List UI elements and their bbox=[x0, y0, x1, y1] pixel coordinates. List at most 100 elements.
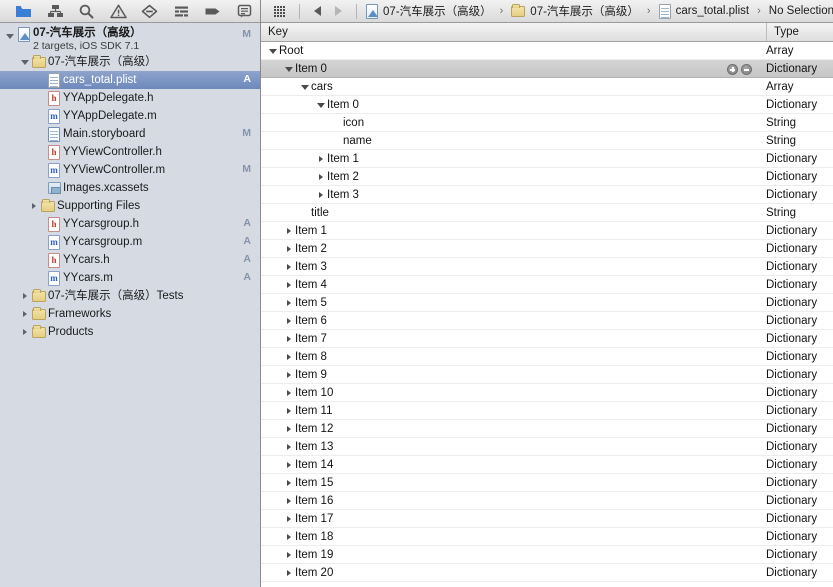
plist-row[interactable]: Item 3Dictionary(2 items) bbox=[261, 186, 833, 204]
disclosure-triangle-icon[interactable] bbox=[283, 312, 295, 330]
plist-key-cell[interactable]: title bbox=[261, 204, 329, 222]
plist-row[interactable]: Item 0Dictionary(2 items) bbox=[261, 60, 833, 78]
file-cars-total-plist[interactable]: cars_total.plistA bbox=[0, 71, 260, 89]
plist-key-cell[interactable]: Item 17 bbox=[261, 510, 333, 528]
disclosure-triangle-icon[interactable] bbox=[19, 323, 30, 341]
breadcrumb-project[interactable]: 07-汽车展示（高级） bbox=[364, 3, 494, 19]
symbol-navigator-tab[interactable] bbox=[40, 0, 72, 22]
disclosure-triangle-icon[interactable] bbox=[283, 402, 295, 420]
disclosure-triangle-icon[interactable] bbox=[283, 564, 295, 582]
plist-type-cell[interactable]: Dictionary bbox=[766, 402, 817, 420]
plist-type-cell[interactable]: Dictionary bbox=[766, 492, 817, 510]
plist-type-cell[interactable]: Dictionary bbox=[766, 510, 817, 528]
plist-key-cell[interactable]: Item 20 bbox=[261, 564, 333, 582]
plist-row[interactable]: Item 9Dictionary(2 items) bbox=[261, 366, 833, 384]
plist-type-cell[interactable]: Dictionary bbox=[766, 312, 817, 330]
disclosure-triangle-icon[interactable] bbox=[283, 366, 295, 384]
plist-row[interactable]: Item 14Dictionary(2 items) bbox=[261, 456, 833, 474]
disclosure-triangle-icon[interactable] bbox=[299, 78, 311, 96]
plist-type-cell[interactable]: Dictionary bbox=[766, 564, 817, 582]
forward-arrow-icon[interactable] bbox=[328, 6, 349, 16]
log-navigator-tab[interactable] bbox=[229, 0, 261, 22]
plist-key-cell[interactable]: Item 16 bbox=[261, 492, 333, 510]
file-yyviewcontroller-h[interactable]: hYYViewController.h bbox=[0, 143, 260, 161]
disclosure-triangle-icon[interactable] bbox=[283, 420, 295, 438]
project-root[interactable]: 07-汽车展示（高级）2 targets, iOS SDK 7.1M bbox=[0, 26, 260, 53]
file-main-storyboard[interactable]: Main.storyboardM bbox=[0, 125, 260, 143]
breakpoint-navigator-tab[interactable] bbox=[197, 0, 229, 22]
plist-row[interactable]: Item 16Dictionary(2 items) bbox=[261, 492, 833, 510]
plist-key-cell[interactable]: Item 18 bbox=[261, 528, 333, 546]
plist-type-cell[interactable]: Dictionary bbox=[766, 168, 817, 186]
plist-type-cell[interactable]: Dictionary bbox=[766, 60, 817, 78]
disclosure-triangle-icon[interactable] bbox=[315, 150, 327, 168]
plist-key-cell[interactable]: Item 13 bbox=[261, 438, 333, 456]
file-yyviewcontroller-m[interactable]: mYYViewController.mM bbox=[0, 161, 260, 179]
find-navigator-tab[interactable] bbox=[71, 0, 103, 22]
plist-row[interactable]: RootArray(21 items) bbox=[261, 42, 833, 60]
breadcrumb-file[interactable]: cars_total.plist bbox=[657, 4, 752, 19]
plist-row[interactable]: Item 11Dictionary(2 items) bbox=[261, 402, 833, 420]
plist-key-cell[interactable]: Item 1 bbox=[261, 150, 359, 168]
plist-row[interactable]: Item 1Dictionary(2 items) bbox=[261, 222, 833, 240]
plist-key-cell[interactable]: Item 7 bbox=[261, 330, 327, 348]
disclosure-triangle-icon[interactable] bbox=[283, 528, 295, 546]
plist-key-cell[interactable]: icon bbox=[261, 114, 364, 132]
plist-key-cell[interactable]: name bbox=[261, 132, 372, 150]
disclosure-triangle-icon[interactable] bbox=[28, 197, 39, 215]
disclosure-triangle-icon[interactable] bbox=[283, 60, 295, 78]
plist-type-cell[interactable]: String bbox=[766, 204, 796, 222]
disclosure-triangle-icon[interactable] bbox=[4, 27, 15, 45]
disclosure-triangle-icon[interactable] bbox=[283, 348, 295, 366]
plist-row[interactable]: iconStringm_180_100.png bbox=[261, 114, 833, 132]
plist-type-cell[interactable]: String bbox=[766, 132, 796, 150]
plist-key-cell[interactable]: Item 4 bbox=[261, 276, 327, 294]
disclosure-triangle-icon[interactable] bbox=[315, 186, 327, 204]
plist-key-cell[interactable]: Item 11 bbox=[261, 402, 333, 420]
plist-row[interactable]: titleStringA bbox=[261, 204, 833, 222]
plist-type-cell[interactable]: Dictionary bbox=[766, 384, 817, 402]
plist-type-cell[interactable]: Dictionary bbox=[766, 294, 817, 312]
plist-type-cell[interactable]: Dictionary bbox=[766, 96, 817, 114]
plist-row[interactable]: Item 18Dictionary(2 items) bbox=[261, 528, 833, 546]
plist-row[interactable]: Item 2Dictionary(2 items) bbox=[261, 168, 833, 186]
plist-row[interactable]: Item 4Dictionary(2 items) bbox=[261, 276, 833, 294]
plist-row[interactable]: Item 20Dictionary(2 items) bbox=[261, 564, 833, 582]
plist-key-cell[interactable]: Root bbox=[261, 42, 303, 60]
plist-row[interactable]: Item 3Dictionary(2 items) bbox=[261, 258, 833, 276]
file-yycars-m[interactable]: mYYcars.mA bbox=[0, 269, 260, 287]
plist-key-cell[interactable]: Item 8 bbox=[261, 348, 327, 366]
disclosure-triangle-icon[interactable] bbox=[283, 330, 295, 348]
disclosure-triangle-icon[interactable] bbox=[315, 168, 327, 186]
plist-row[interactable]: Item 2Dictionary(2 items) bbox=[261, 240, 833, 258]
group-frameworks[interactable]: Frameworks bbox=[0, 305, 260, 323]
plist-type-cell[interactable]: Dictionary bbox=[766, 150, 817, 168]
disclosure-triangle-icon[interactable] bbox=[283, 492, 295, 510]
plist-key-cell[interactable]: Item 15 bbox=[261, 474, 333, 492]
plist-row[interactable]: nameStringAC Schnitzer bbox=[261, 132, 833, 150]
disclosure-triangle-icon[interactable] bbox=[283, 438, 295, 456]
group-supporting-files[interactable]: Supporting Files bbox=[0, 197, 260, 215]
plist-key-cell[interactable]: Item 3 bbox=[261, 186, 359, 204]
group-main[interactable]: 07-汽车展示（高级） bbox=[0, 53, 260, 71]
plist-key-cell[interactable]: Item 6 bbox=[261, 312, 327, 330]
disclosure-triangle-icon[interactable] bbox=[283, 294, 295, 312]
plist-row[interactable]: Item 19Dictionary(2 items) bbox=[261, 546, 833, 564]
test-navigator-tab[interactable] bbox=[134, 0, 166, 22]
plist-row[interactable]: Item 0Dictionary(2 items) bbox=[261, 96, 833, 114]
debug-navigator-tab[interactable] bbox=[166, 0, 198, 22]
file-yycars-h[interactable]: hYYcars.hA bbox=[0, 251, 260, 269]
plist-type-cell[interactable]: Dictionary bbox=[766, 222, 817, 240]
add-row-button[interactable] bbox=[727, 64, 738, 75]
column-header-key[interactable]: Key bbox=[261, 23, 766, 41]
plist-key-cell[interactable]: cars bbox=[261, 78, 333, 96]
plist-row[interactable]: Item 12Dictionary(2 items) bbox=[261, 420, 833, 438]
plist-key-cell[interactable]: Item 1 bbox=[261, 222, 327, 240]
file-images-xcassets[interactable]: Images.xcassets bbox=[0, 179, 260, 197]
disclosure-triangle-icon[interactable] bbox=[283, 222, 295, 240]
disclosure-triangle-icon[interactable] bbox=[283, 510, 295, 528]
remove-row-button[interactable] bbox=[741, 64, 752, 75]
plist-key-cell[interactable]: Item 3 bbox=[261, 258, 327, 276]
plist-row[interactable]: carsArray(4 items) bbox=[261, 78, 833, 96]
plist-type-cell[interactable]: Array bbox=[766, 78, 793, 96]
